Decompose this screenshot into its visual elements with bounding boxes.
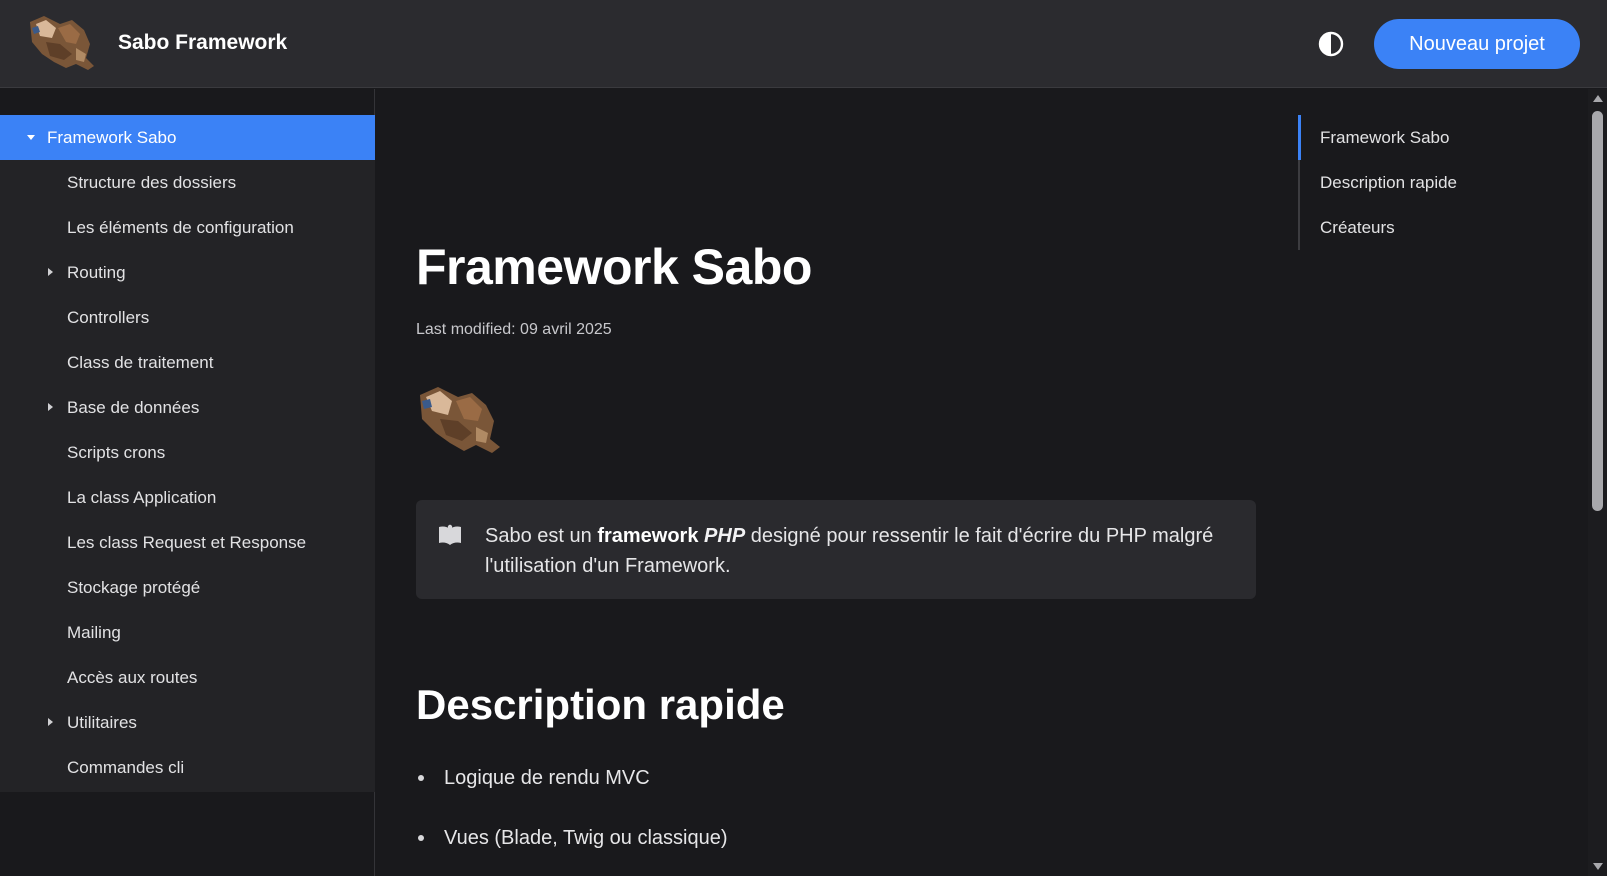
toc-item-createurs[interactable]: Créateurs bbox=[1300, 205, 1558, 250]
sidebar-item-acces-aux-routes[interactable]: Accès aux routes bbox=[0, 655, 375, 700]
sidebar-item-label: Les class Request et Response bbox=[67, 532, 307, 552]
sidebar-list: Framework Sabo Structure des dossiers Le… bbox=[0, 115, 375, 792]
sidebar-item-label: Les éléments de configuration bbox=[67, 217, 294, 237]
caret-right-icon[interactable] bbox=[48, 403, 53, 411]
sidebar-item-label: Structure des dossiers bbox=[67, 172, 237, 192]
new-project-button[interactable]: Nouveau projet bbox=[1374, 19, 1580, 69]
sidebar-item-base-de-donnees[interactable]: Base de données bbox=[0, 385, 375, 430]
sidebar-item-framework-sabo[interactable]: Framework Sabo bbox=[0, 115, 375, 160]
sidebar-item-label: Commandes cli bbox=[67, 757, 185, 777]
last-modified-date: Last modified: 09 avril 2025 bbox=[416, 321, 612, 338]
sidebar-item-stockage-protege[interactable]: Stockage protégé bbox=[0, 565, 375, 610]
sidebar-item-label: Utilitaires bbox=[67, 712, 137, 732]
sidebar-item-label: Stockage protégé bbox=[67, 577, 201, 597]
callout-italic-word: PHP bbox=[704, 525, 746, 547]
toc-item-framework-sabo[interactable]: Framework Sabo bbox=[1298, 115, 1558, 160]
scroll-down-arrow-icon[interactable] bbox=[1593, 863, 1603, 870]
callout-bold-word: framework bbox=[597, 525, 699, 547]
sidebar-item-utilitaires[interactable]: Utilitaires bbox=[0, 700, 375, 745]
sidebar-item-label: Mailing bbox=[67, 622, 121, 642]
scrollbar-thumb[interactable] bbox=[1592, 111, 1603, 511]
sidebar-item-class-de-traitement[interactable]: Class de traitement bbox=[0, 340, 375, 385]
list-item: Logique de rendu MVC bbox=[416, 765, 728, 825]
sidebar-item-commandes-cli[interactable]: Commandes cli bbox=[0, 745, 375, 790]
sidebar-item-structure-des-dossiers[interactable]: Structure des dossiers bbox=[0, 160, 375, 205]
sidebar-item-controllers[interactable]: Controllers bbox=[0, 295, 375, 340]
sidebar-nav: Framework Sabo Structure des dossiers Le… bbox=[0, 89, 375, 876]
callout-text: Sabo est un framework PHP designé pour r… bbox=[485, 525, 1214, 577]
contrast-icon[interactable] bbox=[1318, 31, 1344, 57]
sidebar-item-label: Framework Sabo bbox=[47, 127, 177, 147]
page-title: Framework Sabo bbox=[416, 239, 812, 295]
sidebar-item-scripts-crons[interactable]: Scripts crons bbox=[0, 430, 375, 475]
brand-logo[interactable] bbox=[26, 14, 98, 72]
section-title-description: Description rapide bbox=[416, 681, 785, 728]
brand-name[interactable]: Sabo Framework bbox=[118, 30, 287, 56]
sidebar-item-request-response[interactable]: Les class Request et Response bbox=[0, 520, 375, 565]
caret-down-icon[interactable] bbox=[27, 135, 35, 140]
toc-item-description-rapide[interactable]: Description rapide bbox=[1300, 160, 1558, 205]
caret-right-icon[interactable] bbox=[48, 718, 53, 726]
page-scrollbar[interactable] bbox=[1588, 89, 1607, 876]
sidebar-item-label: La class Application bbox=[67, 487, 217, 507]
list-item: Vues (Blade, Twig ou classique) bbox=[416, 825, 728, 876]
sidebar-item-label: Controllers bbox=[67, 307, 150, 327]
scroll-up-arrow-icon[interactable] bbox=[1593, 95, 1603, 102]
sidebar-item-routing[interactable]: Routing bbox=[0, 250, 375, 295]
sidebar-item-mailing[interactable]: Mailing bbox=[0, 610, 375, 655]
sidebar-item-label: Class de traitement bbox=[67, 352, 214, 372]
table-of-contents: Framework Sabo Description rapide Créate… bbox=[1298, 115, 1558, 250]
sidebar-item-class-application[interactable]: La class Application bbox=[0, 475, 375, 520]
sidebar-item-configuration[interactable]: Les éléments de configuration bbox=[0, 205, 375, 250]
description-list: Logique de rendu MVC Vues (Blade, Twig o… bbox=[416, 765, 728, 876]
sidebar-item-label: Routing bbox=[67, 262, 126, 282]
info-callout: Sabo est un framework PHP designé pour r… bbox=[416, 500, 1256, 599]
sidebar-item-label: Scripts crons bbox=[67, 442, 166, 462]
sidebar-item-label: Accès aux routes bbox=[67, 667, 198, 687]
caret-right-icon[interactable] bbox=[48, 268, 53, 276]
book-icon bbox=[439, 524, 461, 545]
sidebar-item-label: Base de données bbox=[67, 397, 200, 417]
top-header: Sabo Framework Nouveau projet bbox=[0, 0, 1607, 88]
framework-logo-image bbox=[420, 387, 500, 453]
